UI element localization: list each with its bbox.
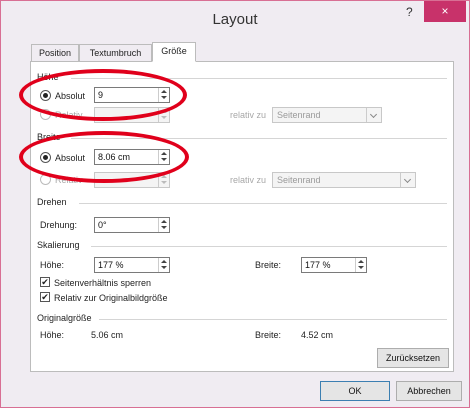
spin-buttons[interactable] xyxy=(158,258,169,272)
divider xyxy=(79,203,447,204)
chevron-down-icon xyxy=(366,108,381,122)
skalierung-hoehe-label: Höhe: xyxy=(40,260,65,270)
breite-relativ-label: Relativ xyxy=(55,175,83,185)
breite-absolut-radio[interactable] xyxy=(40,152,51,163)
drehung-label: Drehung: xyxy=(40,220,78,230)
divider xyxy=(91,246,447,247)
skalierung-hoehe-value: 177 % xyxy=(98,260,124,270)
breite-absolut-label: Absolut xyxy=(55,153,86,163)
breite-absolut-value: 8.06 cm xyxy=(98,152,131,162)
hoehe-relativ-zu-value: Seitenrand xyxy=(277,110,321,120)
section-skalierung: Skalierung xyxy=(37,240,80,250)
layout-dialog: Layout ? × Position Textumbruch Größe Hö… xyxy=(0,0,470,408)
dialog-title: Layout xyxy=(212,11,258,28)
breite-relativ-zu-value: Seitenrand xyxy=(277,175,321,185)
original-hoehe-value: 5.06 cm xyxy=(91,330,124,340)
section-originalgroesse: Originalgröße xyxy=(37,313,92,323)
spin-buttons[interactable] xyxy=(158,108,169,122)
spin-buttons[interactable] xyxy=(158,88,169,102)
lock-aspect-checkbox[interactable]: ✔ xyxy=(40,277,50,287)
hoehe-relativ-radio[interactable] xyxy=(40,109,51,120)
divider xyxy=(71,78,447,79)
close-button[interactable]: × xyxy=(424,1,466,22)
hoehe-absolut-value: 9 xyxy=(98,90,104,100)
relative-original-checkbox[interactable]: ✔ xyxy=(40,292,50,302)
hoehe-relativ-zu-label: relativ zu xyxy=(230,110,267,120)
size-panel: Höhe Absolut 9 Relativ relativ zu Seiten… xyxy=(30,61,454,372)
hoehe-absolut-label: Absolut xyxy=(55,91,86,101)
hoehe-relativ-input[interactable] xyxy=(94,107,170,123)
section-breite: Breite xyxy=(37,132,61,142)
title-bar: Layout ? × xyxy=(1,1,469,39)
breite-relativ-input[interactable] xyxy=(94,172,170,188)
spin-buttons[interactable] xyxy=(158,218,169,232)
hoehe-absolut-input[interactable]: 9 xyxy=(94,87,170,103)
skalierung-breite-value: 177 % xyxy=(305,260,331,270)
tab-groesse[interactable]: Größe xyxy=(152,42,196,62)
drehung-input[interactable]: 0° xyxy=(94,217,170,233)
breite-relativ-zu-label: relativ zu xyxy=(230,175,267,185)
drehung-value: 0° xyxy=(98,220,107,230)
cancel-button[interactable]: Abbrechen xyxy=(396,381,462,401)
spin-buttons[interactable] xyxy=(158,173,169,187)
tab-position[interactable]: Position xyxy=(31,44,79,62)
original-breite-value: 4.52 cm xyxy=(301,330,334,340)
section-drehen: Drehen xyxy=(37,197,67,207)
skalierung-breite-input[interactable]: 177 % xyxy=(301,257,367,273)
section-hoehe: Höhe xyxy=(37,72,59,82)
chevron-down-icon xyxy=(400,173,415,187)
spin-buttons[interactable] xyxy=(158,150,169,164)
original-breite-label: Breite: xyxy=(255,330,282,340)
breite-absolut-input[interactable]: 8.06 cm xyxy=(94,149,170,165)
divider xyxy=(99,319,447,320)
ok-button[interactable]: OK xyxy=(320,381,390,401)
reset-button[interactable]: Zurücksetzen xyxy=(377,348,449,368)
relative-original-label: Relativ zur Originalbildgröße xyxy=(54,293,168,303)
spin-buttons[interactable] xyxy=(355,258,366,272)
divider xyxy=(71,138,447,139)
breite-relativ-zu-select[interactable]: Seitenrand xyxy=(272,172,416,188)
hoehe-relativ-label: Relativ xyxy=(55,110,83,120)
skalierung-breite-label: Breite: xyxy=(255,260,282,270)
tab-textumbruch[interactable]: Textumbruch xyxy=(79,44,152,62)
hoehe-absolut-radio[interactable] xyxy=(40,90,51,101)
breite-relativ-radio[interactable] xyxy=(40,174,51,185)
hoehe-relativ-zu-select[interactable]: Seitenrand xyxy=(272,107,382,123)
original-hoehe-label: Höhe: xyxy=(40,330,65,340)
skalierung-hoehe-input[interactable]: 177 % xyxy=(94,257,170,273)
help-icon[interactable]: ? xyxy=(406,5,413,19)
lock-aspect-label: Seitenverhältnis sperren xyxy=(54,278,152,288)
